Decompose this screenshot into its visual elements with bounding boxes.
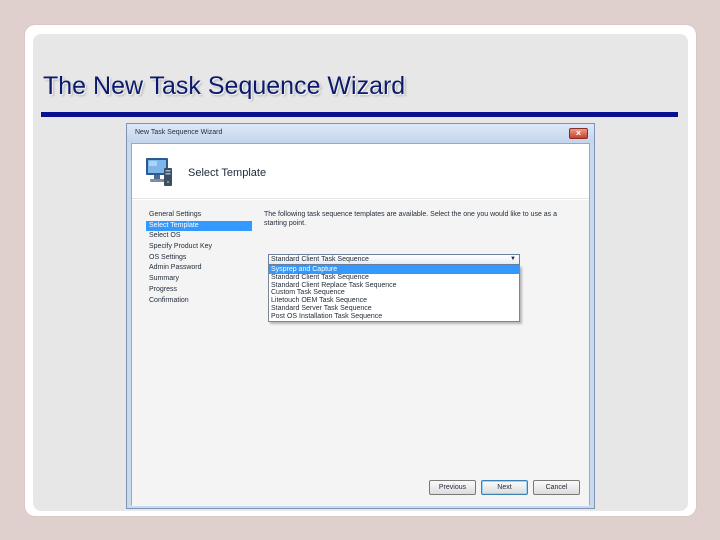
chevron-down-icon[interactable]: ▼ (510, 255, 516, 264)
template-options-list: Sysprep and Capture Standard Client Task… (268, 265, 520, 322)
dialog-titlebar[interactable]: New Task Sequence Wizard × (127, 124, 594, 143)
step-progress[interactable]: Progress (146, 285, 252, 296)
step-general-settings[interactable]: General Settings (146, 210, 252, 221)
template-dropdown[interactable]: Standard Client Task Sequence ▼ (268, 254, 520, 265)
template-option-sysprep-capture[interactable]: Sysprep and Capture (269, 266, 519, 274)
title-underline (41, 112, 678, 117)
template-option-standard-client-replace[interactable]: Standard Client Replace Task Sequence (269, 282, 519, 290)
template-option-post-os-install[interactable]: Post OS Installation Task Sequence (269, 313, 519, 321)
template-option-standard-server[interactable]: Standard Server Task Sequence (269, 305, 519, 313)
close-button[interactable]: × (569, 128, 588, 139)
wizard-header: Select Template (132, 144, 589, 199)
dialog-client-area: Select Template General Settings Select … (131, 143, 590, 506)
dialog-title: New Task Sequence Wizard (135, 129, 223, 136)
template-description: The following task sequence templates ar… (264, 211, 558, 227)
template-option-standard-client[interactable]: Standard Client Task Sequence (269, 274, 519, 282)
step-summary[interactable]: Summary (146, 274, 252, 285)
wizard-dialog: New Task Sequence Wizard × Select Templa… (126, 123, 595, 509)
page-title: Select Template (188, 167, 267, 179)
template-option-custom[interactable]: Custom Task Sequence (269, 289, 519, 297)
step-os-settings[interactable]: OS Settings (146, 253, 252, 264)
wizard-footer: Previous Next Cancel (132, 472, 589, 506)
step-specify-product-key[interactable]: Specify Product Key (146, 242, 252, 253)
wizard-body: General Settings Select Template Select … (132, 200, 589, 506)
computer-icon (146, 158, 172, 186)
wizard-steps: General Settings Select Template Select … (146, 210, 252, 306)
step-select-template[interactable]: Select Template (146, 220, 252, 232)
previous-button[interactable]: Previous (429, 480, 476, 495)
next-button[interactable]: Next (481, 480, 528, 495)
cancel-button[interactable]: Cancel (533, 480, 580, 495)
step-confirmation[interactable]: Confirmation (146, 296, 252, 307)
template-option-litetouch-oem[interactable]: Litetouch OEM Task Sequence (269, 297, 519, 305)
template-dropdown-value: Standard Client Task Sequence (271, 256, 369, 263)
step-select-os[interactable]: Select OS (146, 231, 252, 242)
step-admin-password[interactable]: Admin Password (146, 263, 252, 274)
close-icon: × (575, 128, 582, 138)
slide-title: The New Task Sequence Wizard (43, 72, 406, 100)
